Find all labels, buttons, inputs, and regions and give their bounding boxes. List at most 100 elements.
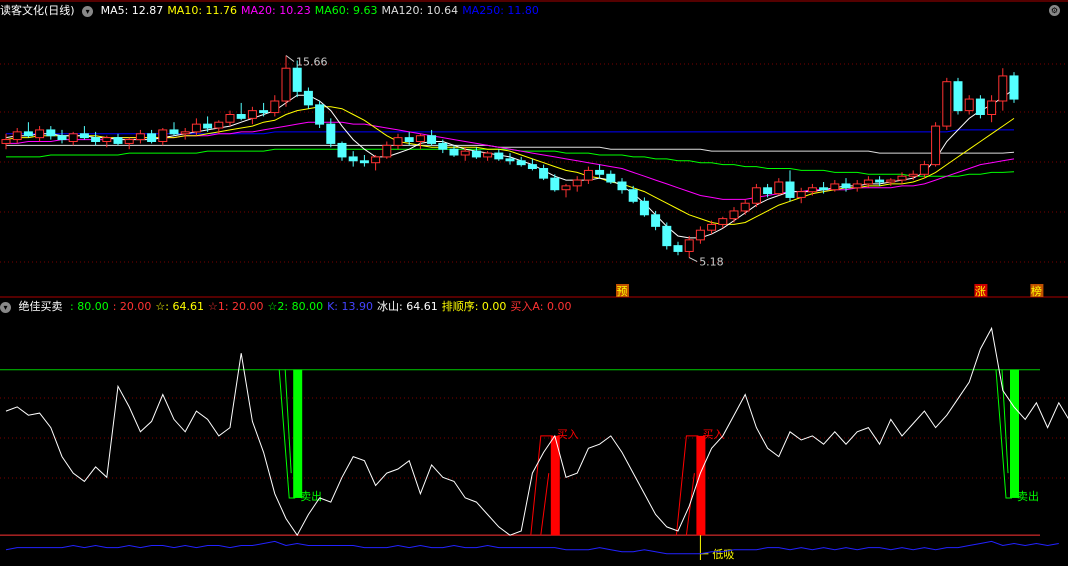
candle-body xyxy=(819,187,829,191)
buy-signal-label: 买入 xyxy=(702,428,724,441)
candle-body xyxy=(315,104,325,125)
candle-body xyxy=(964,98,974,112)
signal-tag-label: 预 xyxy=(617,285,628,298)
candle-body xyxy=(751,187,761,204)
candle-body xyxy=(953,81,963,112)
candle-body xyxy=(875,179,885,183)
candle-body xyxy=(662,225,672,247)
candle-body xyxy=(483,152,493,158)
candle-body xyxy=(57,135,67,141)
candle-body xyxy=(281,67,291,102)
candle-body xyxy=(505,158,515,162)
candle-body xyxy=(595,169,605,175)
candle-body xyxy=(292,67,302,92)
candle-body xyxy=(270,100,280,114)
candle-body xyxy=(259,110,269,114)
candle-body xyxy=(897,175,907,181)
candle-body xyxy=(639,200,649,216)
candle-body xyxy=(12,131,22,141)
candle-body xyxy=(785,181,795,198)
candle-body xyxy=(886,179,896,183)
candle-body xyxy=(427,135,437,144)
candle-body xyxy=(830,183,840,191)
candle-body xyxy=(79,133,89,139)
candle-body xyxy=(807,187,817,193)
candle-body xyxy=(247,110,257,119)
candle-body xyxy=(359,160,369,164)
sell-signal-label: 卖出 xyxy=(1017,489,1039,503)
candle-body xyxy=(191,123,201,133)
candle-body xyxy=(68,133,78,143)
candle-body xyxy=(337,142,347,158)
price-annotation-label: 5.18 xyxy=(699,256,724,269)
ma-line-ma250 xyxy=(6,129,1014,135)
signal-tag-label: 涨 xyxy=(975,285,986,298)
candle-body xyxy=(102,137,112,142)
candle-body xyxy=(371,156,381,164)
candle-body xyxy=(147,133,157,143)
stock-chart[interactable]: 15.665.18预涨榜卖出买入 买入卖出低吸 xyxy=(0,0,1068,566)
candle-body xyxy=(348,156,358,162)
candle-body xyxy=(46,129,56,137)
price-annotation-label: 15.66 xyxy=(296,55,328,68)
sell-signal-trace xyxy=(278,369,296,499)
candle-body xyxy=(135,133,145,141)
ma-line-ma10 xyxy=(5,106,1015,225)
candle-body xyxy=(998,75,1008,102)
price-annotation-arrow xyxy=(285,55,295,62)
candle-body xyxy=(852,183,862,189)
candle-body xyxy=(684,239,694,252)
candle-body xyxy=(180,131,190,135)
indicator-line-iceberg xyxy=(5,326,1068,537)
candle-body xyxy=(539,168,549,179)
candle-body xyxy=(494,152,504,160)
candle-body xyxy=(617,181,627,191)
candle-body xyxy=(214,121,224,129)
candle-body xyxy=(471,150,481,158)
candle-body xyxy=(740,202,750,212)
buy-signal-bar xyxy=(696,435,706,536)
candle-body xyxy=(124,139,134,144)
candle-body xyxy=(718,218,728,225)
candle-body xyxy=(303,90,313,106)
candle-body xyxy=(415,135,425,142)
sell-signal-bar xyxy=(293,369,303,498)
sell-signal-bar xyxy=(1010,369,1019,498)
sell-signal-trace xyxy=(995,369,1012,499)
candle-body xyxy=(326,123,336,144)
candle-body xyxy=(203,123,213,129)
candle-body xyxy=(987,100,997,115)
candle-body xyxy=(1009,75,1019,100)
buy-signal-trace xyxy=(540,473,550,536)
candle-body xyxy=(651,214,661,227)
candle-body xyxy=(774,181,784,195)
candle-body xyxy=(931,125,941,166)
candle-body xyxy=(572,179,582,187)
candle-body xyxy=(1,139,11,144)
candle-body xyxy=(550,177,560,191)
candle-body xyxy=(236,114,246,119)
candle-body xyxy=(841,183,851,189)
candle-body xyxy=(561,185,571,191)
candle-body xyxy=(158,129,168,143)
candle-body xyxy=(113,137,123,144)
buy-signal-trace xyxy=(530,435,553,536)
candle-body xyxy=(449,148,459,156)
price-annotation-arrow xyxy=(688,257,698,263)
candle-body xyxy=(583,169,593,181)
candle-body xyxy=(707,223,717,231)
candle-body xyxy=(23,131,33,137)
candle-body xyxy=(908,173,918,177)
candle-body xyxy=(382,144,392,158)
candle-body xyxy=(35,129,45,139)
candle-body xyxy=(516,160,526,166)
candle-body xyxy=(91,137,101,142)
candle-body xyxy=(975,98,985,115)
candle-body xyxy=(673,245,683,252)
candle-body xyxy=(169,129,179,135)
indicator-line-k xyxy=(5,540,1059,555)
candle-body xyxy=(729,210,739,220)
candle-body xyxy=(225,114,235,123)
signal-tag-label: 榜 xyxy=(1031,284,1042,298)
candle-body xyxy=(628,189,638,202)
